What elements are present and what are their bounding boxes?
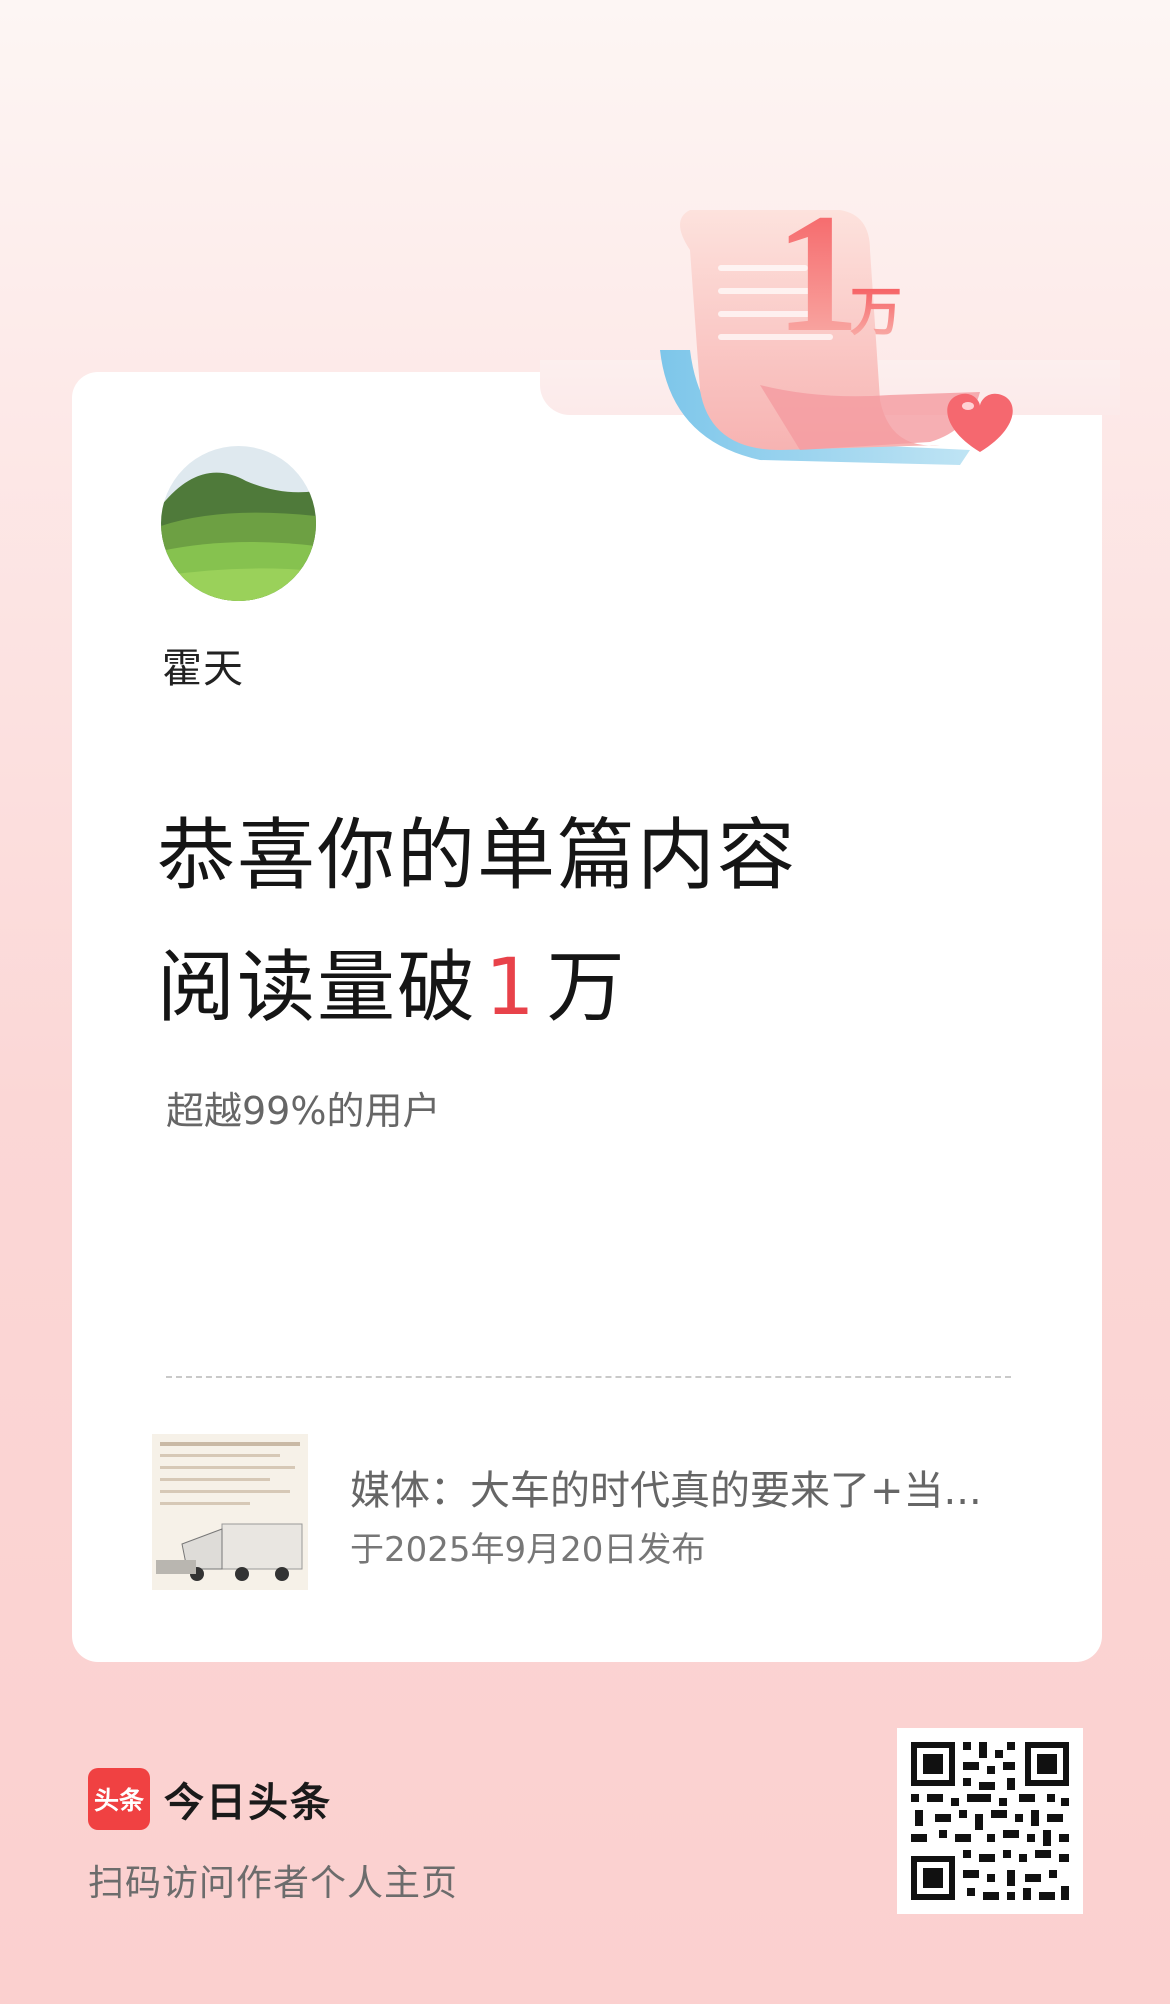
headline-line-1: 恭喜你的单篇内容 (157, 811, 798, 901)
headline-unit: 万 (546, 943, 627, 1033)
milestone-badge-icon: 1 万 (660, 179, 1013, 465)
qr-code-icon[interactable] (897, 1728, 1083, 1914)
toutiao-logo-icon: 头条 (88, 1768, 150, 1830)
article-date: 于2025年9月20日发布 (350, 1530, 706, 1570)
divider (166, 1376, 1011, 1378)
badge-unit: 万 (850, 283, 902, 343)
article-title[interactable]: 媒体：大车的时代真的要来了+当... (350, 1458, 1010, 1516)
heart-icon (947, 393, 1013, 452)
avatar[interactable] (161, 446, 316, 601)
brand-name: 今日头条 (164, 1780, 332, 1826)
page-title: 恭喜你的单篇内容 阅读量破 1 万 (157, 790, 957, 1054)
headline-prefix: 阅读量破 (157, 943, 478, 1033)
headline-line-2: 阅读量破 1 万 (157, 922, 957, 1054)
scan-instruction: 扫码访问作者个人主页 (88, 1863, 459, 1904)
rank-subtitle: 超越99%的用户 (166, 1089, 441, 1133)
author-name: 霍天 (162, 646, 244, 692)
badge-number: 1 (775, 179, 860, 367)
article-thumbnail[interactable] (152, 1434, 308, 1590)
headline-number: 1 (485, 943, 537, 1033)
brand: 头条 今日头条 (88, 1768, 332, 1830)
